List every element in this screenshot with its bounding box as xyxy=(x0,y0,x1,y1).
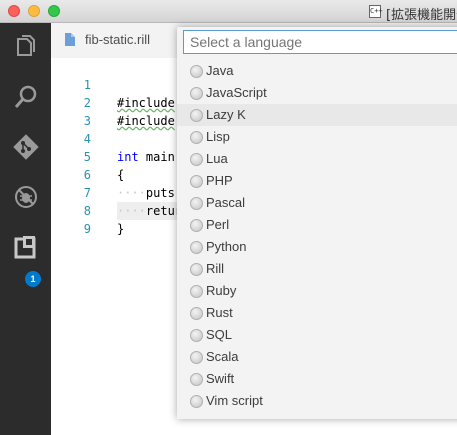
language-option[interactable]: Lisp xyxy=(177,126,457,148)
zoom-window-button[interactable] xyxy=(48,5,60,17)
option-bullet-icon xyxy=(190,263,203,276)
language-option[interactable]: Swift xyxy=(177,368,457,390)
option-bullet-icon xyxy=(190,219,203,232)
language-option[interactable]: Lazy K xyxy=(177,104,457,126)
language-option[interactable]: SQL xyxy=(177,324,457,346)
minimize-window-button[interactable] xyxy=(28,5,40,17)
option-label: Python xyxy=(206,239,247,254)
language-option[interactable]: Ruby xyxy=(177,280,457,302)
option-bullet-icon xyxy=(190,87,203,100)
code-text: } xyxy=(117,222,125,236)
option-bullet-icon xyxy=(190,175,203,188)
git-icon[interactable] xyxy=(13,134,39,160)
option-bullet-icon xyxy=(190,131,203,144)
language-option[interactable]: Rust xyxy=(177,302,457,324)
language-option[interactable]: Scala xyxy=(177,346,457,368)
language-option[interactable]: Rill xyxy=(177,258,457,280)
debug-icon[interactable] xyxy=(13,184,39,210)
extensions-badge: 1 xyxy=(25,271,41,287)
explorer-icon[interactable] xyxy=(13,34,39,60)
language-option[interactable]: Perl xyxy=(177,214,457,236)
option-bullet-icon xyxy=(190,153,203,166)
option-bullet-icon xyxy=(190,329,203,342)
search-icon[interactable] xyxy=(13,84,39,110)
language-option[interactable]: Pascal xyxy=(177,192,457,214)
option-bullet-icon xyxy=(190,65,203,78)
extensions-icon[interactable] xyxy=(13,234,39,260)
option-label: SQL xyxy=(206,327,233,342)
language-option[interactable]: Python xyxy=(177,236,457,258)
cpp-file-icon: C++ xyxy=(369,5,383,18)
option-label: Swift xyxy=(206,371,235,386)
window-title: [拡張機能開発 xyxy=(386,8,457,23)
option-bullet-icon xyxy=(190,307,203,320)
language-option[interactable]: Vim script xyxy=(177,390,457,412)
language-quick-pick: Java JavaScript Lazy K Lisp Lua PHP Pascal Perl… xyxy=(177,27,457,419)
option-label: Scala xyxy=(206,349,239,364)
language-option[interactable]: PHP xyxy=(177,170,457,192)
option-bullet-icon xyxy=(190,109,203,122)
option-bullet-icon xyxy=(190,373,203,386)
language-list: Java JavaScript Lazy K Lisp Lua PHP Pascal Perl… xyxy=(177,60,457,412)
tab-label: fib-static.rill xyxy=(85,32,151,47)
language-search-input[interactable] xyxy=(183,30,457,54)
option-label: Rill xyxy=(206,261,225,276)
option-label: Ruby xyxy=(206,283,237,298)
language-option[interactable]: Lua xyxy=(177,148,457,170)
option-label: Lisp xyxy=(206,129,230,144)
option-label: Lazy K xyxy=(206,107,246,122)
option-bullet-icon xyxy=(190,197,203,210)
title-bar: C++ [拡張機能開発 xyxy=(0,0,457,23)
language-option[interactable]: JavaScript xyxy=(177,82,457,104)
option-label: JavaScript xyxy=(206,85,267,100)
file-icon xyxy=(65,33,75,46)
option-label: Perl xyxy=(206,217,230,232)
line-number: 9 xyxy=(83,222,91,236)
option-label: Lua xyxy=(206,151,228,166)
option-label: PHP xyxy=(206,173,233,188)
language-option[interactable]: Java xyxy=(177,60,457,82)
option-label: Vim script xyxy=(206,393,263,408)
option-bullet-icon xyxy=(190,285,203,298)
option-bullet-icon xyxy=(190,395,203,408)
option-bullet-icon xyxy=(190,351,203,364)
close-window-button[interactable] xyxy=(8,5,20,17)
option-label: Pascal xyxy=(206,195,246,210)
option-bullet-icon xyxy=(190,241,203,254)
option-label: Java xyxy=(206,63,234,78)
activity-bar: 1 xyxy=(0,23,51,435)
option-label: Rust xyxy=(206,305,233,320)
